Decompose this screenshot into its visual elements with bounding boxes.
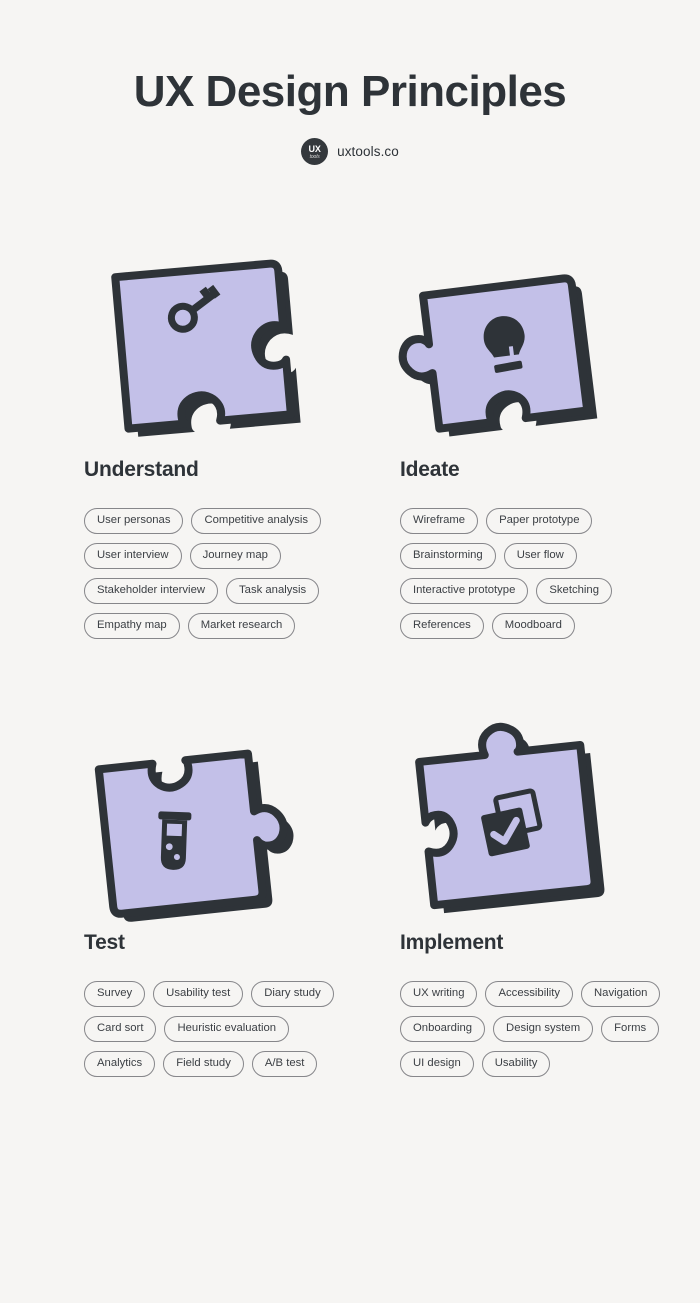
puzzle-piece-lightbulb <box>398 274 598 437</box>
ideate-illustration <box>384 228 700 458</box>
puzzle-piece-checkbox <box>415 722 605 914</box>
tag[interactable]: Competitive analysis <box>191 508 322 534</box>
tag-list-understand: User personas Competitive analysis User … <box>84 508 346 639</box>
tag[interactable]: Paper prototype <box>486 508 593 534</box>
tag[interactable]: User flow <box>503 542 577 569</box>
logo-secondary-text: tools <box>309 153 320 160</box>
sections-row-1: Understand User personas Competitive ana… <box>0 228 700 639</box>
page-header: UX Design Principles UX tools uxtools.co <box>0 0 700 166</box>
tag[interactable]: Journey map <box>189 542 281 569</box>
tag[interactable]: Field study <box>163 1050 244 1077</box>
tag[interactable]: Design system <box>493 1015 594 1042</box>
tag[interactable]: Empathy map <box>84 612 180 639</box>
section-ideate: Ideate Wireframe Paper prototype Brainst… <box>384 228 700 639</box>
tag[interactable]: User interview <box>84 542 182 569</box>
tag[interactable]: Diary study <box>251 980 334 1007</box>
tag[interactable]: Forms <box>601 1015 660 1042</box>
tag[interactable]: Usability <box>481 1050 551 1077</box>
tag[interactable]: Market research <box>187 612 296 639</box>
section-test: Test Survey Usability test Diary study C… <box>68 701 384 1077</box>
tag[interactable]: Card sort <box>84 1015 157 1042</box>
tag[interactable]: UX writing <box>400 980 478 1007</box>
tag[interactable]: Sketching <box>536 577 612 604</box>
test-illustration <box>68 701 384 931</box>
sections-row-2: Test Survey Usability test Diary study C… <box>0 701 700 1077</box>
tag[interactable]: Analytics <box>84 1050 156 1077</box>
tag-list-implement: UX writing Accessibility Navigation Onbo… <box>400 980 662 1077</box>
uxtools-logo-icon: UX tools <box>301 138 329 166</box>
implement-illustration <box>384 701 700 931</box>
tag[interactable]: A/B test <box>251 1050 318 1077</box>
tag[interactable]: Interactive prototype <box>400 577 529 604</box>
tag[interactable]: UI design <box>400 1050 474 1077</box>
tag[interactable]: Navigation <box>581 980 661 1007</box>
tag[interactable]: Onboarding <box>400 1015 486 1042</box>
tag[interactable]: Wireframe <box>400 508 479 534</box>
tag[interactable]: Stakeholder interview <box>84 577 219 604</box>
tag-list-test: Survey Usability test Diary study Card s… <box>84 980 346 1077</box>
logo-primary-text: UX <box>308 143 321 154</box>
puzzle-piece-test-tube <box>94 749 294 922</box>
section-implement: Implement UX writing Accessibility Navig… <box>384 701 700 1077</box>
tag[interactable]: Brainstorming <box>400 542 496 569</box>
page-title: UX Design Principles <box>133 67 567 116</box>
sections-grid: Understand User personas Competitive ana… <box>0 228 700 1077</box>
tag[interactable]: Task analysis <box>226 577 320 604</box>
tag[interactable]: References <box>400 612 484 639</box>
brand-name: uxtools.co <box>337 144 399 160</box>
tag[interactable]: Accessibility <box>485 980 574 1007</box>
understand-illustration <box>68 228 384 458</box>
section-understand: Understand User personas Competitive ana… <box>68 228 384 639</box>
tag[interactable]: Survey <box>84 980 146 1007</box>
tag[interactable]: Usability test <box>153 980 244 1007</box>
tag-list-ideate: Wireframe Paper prototype Brainstorming … <box>400 508 662 639</box>
puzzle-piece-key <box>111 259 301 437</box>
tag[interactable]: Moodboard <box>491 612 575 639</box>
tag[interactable]: Heuristic evaluation <box>164 1015 290 1042</box>
tag[interactable]: User personas <box>84 508 184 534</box>
brand-row: UX tools uxtools.co <box>0 138 700 166</box>
